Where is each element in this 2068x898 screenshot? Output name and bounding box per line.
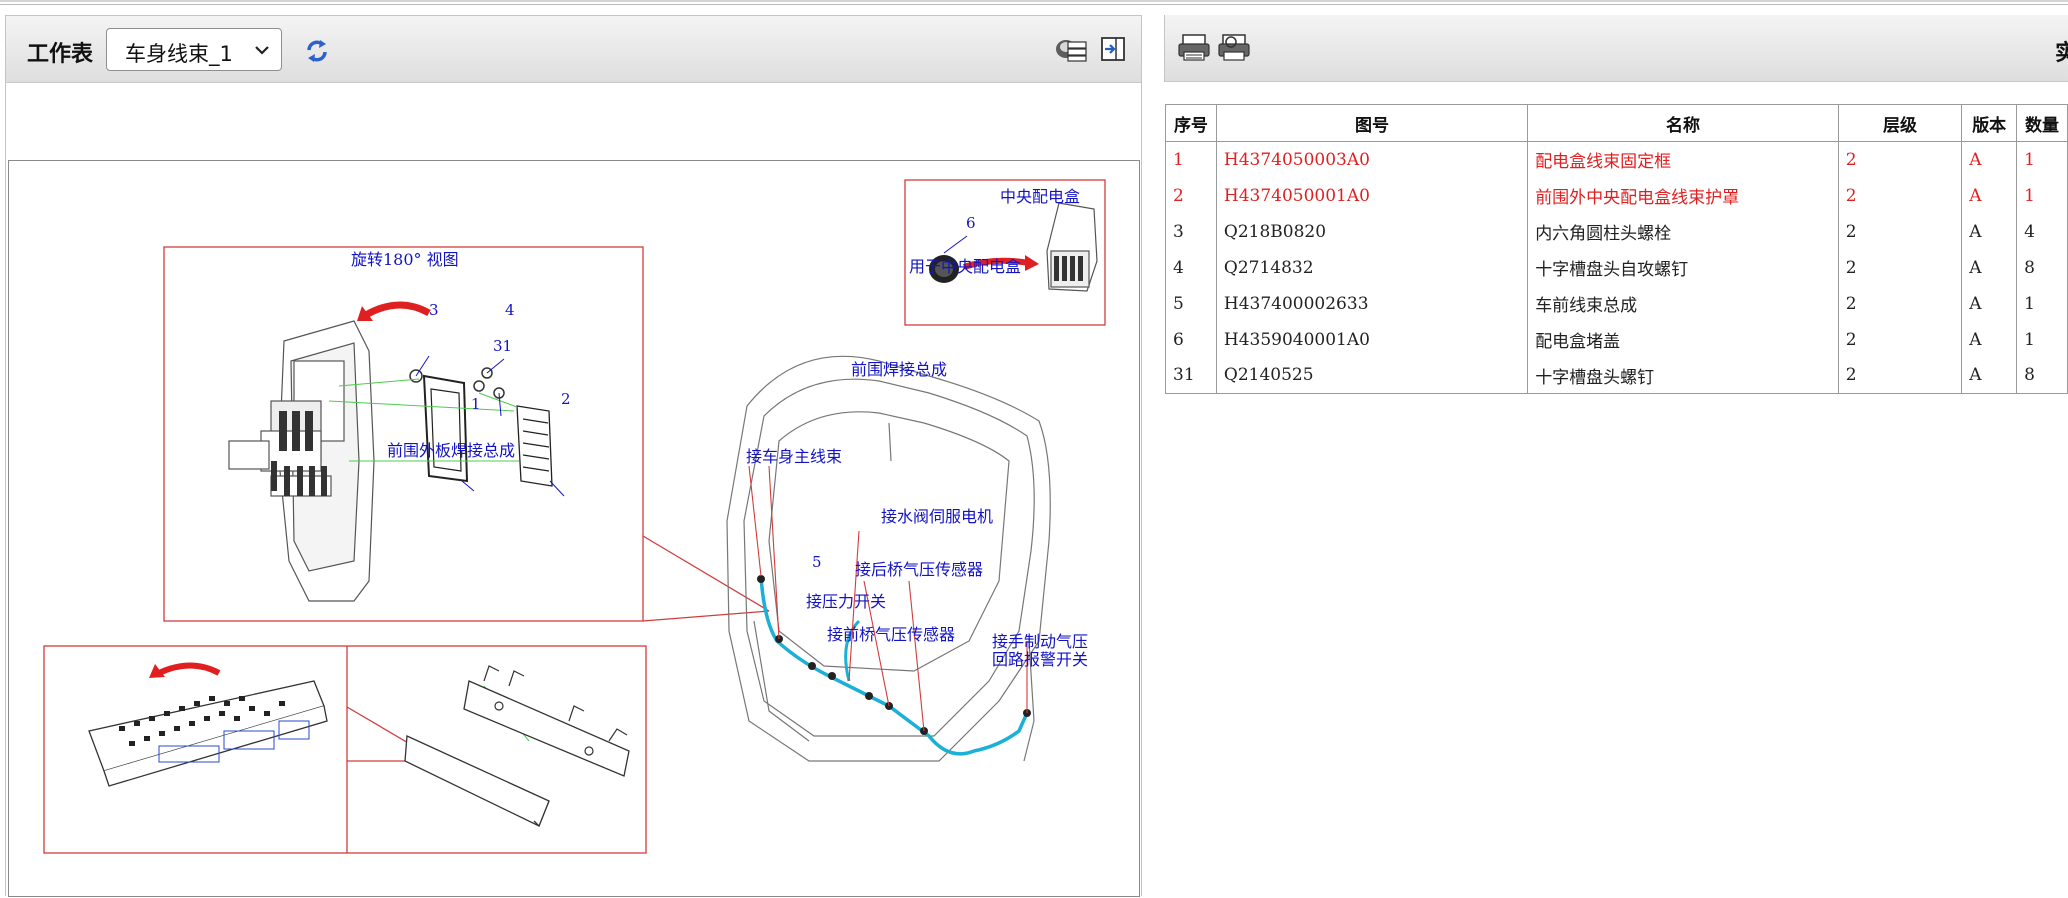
parts-list-panel: 实 序号 图号 名称 层级 版本 数量 1 H4374050003A0 配电盒线束固…	[1164, 15, 2068, 896]
worksheet-toolbar: 工作表 车身线束_1	[6, 16, 1141, 83]
cell-qty: 8	[2016, 357, 2068, 394]
cell-name: 配电盒堵盖	[1527, 321, 1839, 358]
cell-level: 2	[1837, 141, 1963, 178]
label-front-axle-sensor: 接前桥气压传感器	[827, 625, 956, 644]
cell-level: 2	[1837, 249, 1963, 286]
callout-2: 2	[561, 390, 571, 408]
cell-ver: A	[1961, 177, 2018, 214]
label-hand-brake-2: 回路报警开关	[992, 650, 1089, 669]
cell-code: Q218B0820	[1215, 213, 1529, 250]
worksheet-select-value: 车身线束_1	[125, 42, 233, 66]
label-front-outer-panel-weld: 前围外板焊接总成	[387, 441, 516, 460]
cell-level: 2	[1837, 321, 1963, 358]
print-icon[interactable]	[1177, 32, 1211, 62]
cell-code: Q2140525	[1215, 357, 1529, 394]
col-name[interactable]: 名称	[1527, 104, 1839, 142]
table-row[interactable]: 5 H437400002633 车前线束总成 2 A 1	[1165, 285, 2068, 322]
cell-ver: A	[1961, 357, 2018, 394]
cell-qty: 1	[2016, 141, 2068, 178]
cell-seq: 1	[1165, 141, 1217, 178]
parts-table: 序号 图号 名称 层级 版本 数量 1 H4374050003A0 配电盒线束固定框…	[1165, 104, 2068, 394]
cell-level: 2	[1837, 213, 1963, 250]
label-water-valve-motor: 接水阀伺服电机	[881, 507, 994, 526]
cell-seq: 6	[1165, 321, 1217, 358]
label-rotate-view: 旋转180° 视图	[351, 250, 459, 269]
cell-qty: 1	[2016, 285, 2068, 322]
callout-1: 1	[471, 395, 481, 413]
cell-ver: A	[1961, 141, 2018, 178]
top-border	[0, 0, 2068, 2]
cell-seq: 31	[1165, 357, 1217, 394]
col-level[interactable]: 层级	[1837, 104, 1963, 142]
table-row[interactable]: 2 H4374050001A0 前围外中央配电盒线束护罩 2 A 1	[1165, 177, 2068, 214]
cell-qty: 1	[2016, 177, 2068, 214]
label-rear-axle-sensor: 接后桥气压传感器	[855, 560, 984, 579]
cell-seq: 5	[1165, 285, 1217, 322]
table-row[interactable]: 6 H4359040001A0 配电盒堵盖 2 A 1	[1165, 321, 2068, 358]
cell-code: H4374050001A0	[1215, 177, 1529, 214]
parts-toolbar: 实	[1164, 15, 2068, 82]
cell-code: H4374050003A0	[1215, 141, 1529, 178]
cell-level: 2	[1837, 285, 1963, 322]
cell-level: 2	[1837, 177, 1963, 214]
table-row[interactable]: 3 Q218B0820 内六角圆柱头螺栓 2 A 4	[1165, 213, 2068, 250]
label-main-harness: 接车身主线束	[746, 447, 843, 466]
cell-code: Q2714832	[1215, 249, 1529, 286]
exploded-view-drawing[interactable]: 旋转180° 视图 中央配电盒 用于中央配电盒 前围焊接总成 前围外板焊接总成 …	[8, 160, 1140, 897]
label-pressure-switch: 接压力开关	[806, 592, 887, 611]
cell-ver: A	[1961, 213, 2018, 250]
table-row[interactable]: 1 H4374050003A0 配电盒线束固定框 2 A 1	[1165, 141, 2068, 178]
cell-qty: 8	[2016, 249, 2068, 286]
cell-name: 配电盒线束固定框	[1527, 141, 1839, 178]
col-qty[interactable]: 数量	[2016, 104, 2068, 142]
cell-name: 车前线束总成	[1527, 285, 1839, 322]
refresh-icon[interactable]	[302, 36, 332, 66]
table-row[interactable]: 31 Q2140525 十字槽盘头螺钉 2 A 8	[1165, 357, 2068, 394]
panel-title-cut: 实	[2055, 41, 2068, 66]
cell-ver: A	[1961, 285, 2018, 322]
col-code[interactable]: 图号	[1215, 104, 1529, 142]
worksheet-label: 工作表	[27, 42, 94, 67]
chevron-down-icon	[255, 46, 269, 55]
cell-name: 内六角圆柱头螺栓	[1527, 213, 1839, 250]
col-seq[interactable]: 序号	[1165, 104, 1217, 142]
top-border-inner	[0, 4, 2068, 5]
table-row[interactable]: 4 Q2714832 十字槽盘头自攻螺钉 2 A 8	[1165, 249, 2068, 286]
drawing-panel: 工作表 车身线束_1 旋转180° 视图 中央配电盒 用于中央配电盒 前围焊接总…	[5, 15, 1142, 897]
cell-code: H4359040001A0	[1215, 321, 1529, 358]
callout-4: 4	[505, 301, 515, 319]
cell-seq: 2	[1165, 177, 1217, 214]
table-header: 序号 图号 名称 层级 版本 数量	[1165, 104, 2068, 142]
callout-3: 3	[429, 301, 439, 319]
cell-name: 十字槽盘头自攻螺钉	[1527, 249, 1839, 286]
cell-seq: 4	[1165, 249, 1217, 286]
print-preview-icon[interactable]	[1217, 32, 1251, 62]
cell-seq: 3	[1165, 213, 1217, 250]
layers-icon[interactable]	[1054, 34, 1088, 64]
label-for-central-box: 用于中央配电盒	[909, 257, 1022, 276]
worksheet-select[interactable]: 车身线束_1	[106, 28, 282, 71]
callout-5: 5	[812, 553, 822, 571]
col-version[interactable]: 版本	[1961, 104, 2018, 142]
label-front-panel-weld: 前围焊接总成	[851, 360, 948, 379]
cell-name: 前围外中央配电盒线束护罩	[1527, 177, 1839, 214]
export-panel-icon[interactable]	[1099, 34, 1129, 64]
cell-ver: A	[1961, 249, 2018, 286]
cell-qty: 1	[2016, 321, 2068, 358]
cell-code: H437400002633	[1215, 285, 1529, 322]
cell-qty: 4	[2016, 213, 2068, 250]
callout-31: 31	[493, 337, 513, 355]
cell-name: 十字槽盘头螺钉	[1527, 357, 1839, 394]
cell-ver: A	[1961, 321, 2018, 358]
label-central-box: 中央配电盒	[1000, 187, 1081, 206]
callout-6: 6	[966, 214, 976, 232]
cell-level: 2	[1837, 357, 1963, 394]
